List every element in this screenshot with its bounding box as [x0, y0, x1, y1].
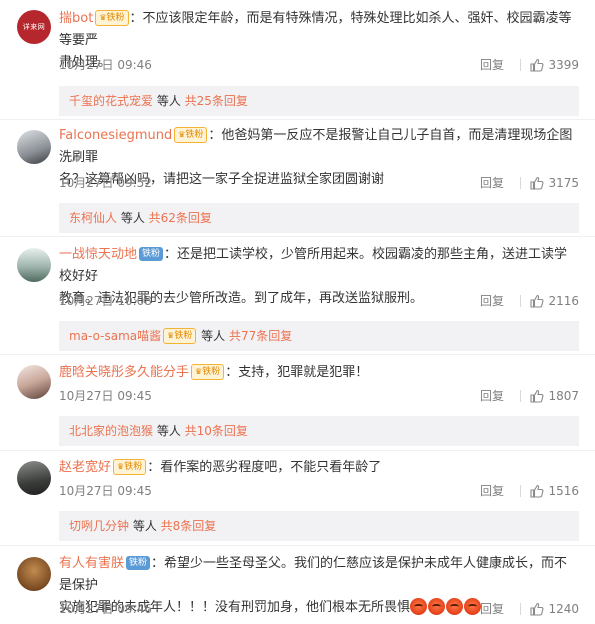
view-replies-link[interactable]: 共25条回复 [185, 94, 248, 108]
view-replies-link[interactable]: 共62条回复 [149, 211, 212, 225]
comment-meta: 10月27日 10:08 回复 2116 [59, 291, 579, 311]
divider [520, 603, 521, 615]
reply-username[interactable]: 东柯仙人 [69, 211, 117, 225]
divider [520, 295, 521, 307]
thumbs-up-icon [530, 389, 544, 403]
reply-username[interactable]: 千玺的花式宠爱 [69, 94, 153, 108]
comment-meta: 10月27日 09:46 回复 1240 [59, 599, 579, 619]
reply-button[interactable]: 回复 [480, 291, 504, 311]
view-replies-link[interactable]: 共10条回复 [185, 424, 248, 438]
like-button[interactable]: 2116 [523, 291, 579, 311]
reply-thread-summary[interactable]: 千玺的花式宠爱 等人 共25条回复 [59, 86, 579, 116]
reply-username[interactable]: 切咧几分钟 [69, 519, 129, 533]
comment-meta: 10月27日 09:45 回复 1807 [59, 386, 579, 406]
username[interactable]: 一战惊天动地 [59, 247, 137, 262]
fan-badge: 铁粉 [139, 246, 164, 261]
reply-thread-summary[interactable]: 切咧几分钟 等人 共8条回复 [59, 511, 579, 541]
reply-button[interactable]: 回复 [480, 481, 504, 501]
divider [520, 390, 521, 402]
fan-badge: ♛铁粉 [174, 126, 208, 143]
comment-text-line-1: ：不应该限定年龄，而是有特殊情况，特殊处理比如杀人、强奸、校园霸凌等等要严 [59, 11, 572, 48]
fan-badge: ♛铁粉 [163, 327, 197, 344]
timestamp: 10月27日 10:08 [59, 294, 152, 308]
username[interactable]: 有人有害朕 [59, 556, 124, 571]
like-button[interactable]: 3175 [523, 173, 579, 193]
divider [520, 59, 521, 71]
divider [520, 485, 521, 497]
timestamp: 10月27日 09:45 [59, 484, 152, 498]
divider [0, 545, 595, 546]
comment-meta: 10月27日 09:45 回复 1516 [59, 481, 579, 501]
fan-badge: ♛铁粉 [95, 9, 129, 26]
comment-text-line-1: ：看作案的恶劣程度吧，不能只看年龄了 [147, 460, 382, 475]
thumbs-up-icon [530, 484, 544, 498]
timestamp: 10月27日 09:46 [59, 602, 152, 616]
timestamp: 10月27日 09:45 [59, 389, 152, 403]
timestamp: 10月27日 09:46 [59, 58, 152, 72]
reply-button[interactable]: 回复 [480, 599, 504, 619]
fan-badge: 铁粉 [126, 555, 151, 570]
username[interactable]: Falconesiegmund [59, 128, 172, 143]
comment-text-line-1: ：支持，犯罪就是犯罪！ [225, 365, 369, 380]
avatar[interactable]: 详来网 [17, 10, 51, 44]
divider [0, 119, 595, 120]
reply-thread-summary[interactable]: 北北家的泡泡猴 等人 共10条回复 [59, 416, 579, 446]
thumbs-up-icon [530, 602, 544, 616]
like-button[interactable]: 1807 [523, 386, 579, 406]
divider [0, 236, 595, 237]
timestamp: 10月27日 09:52 [59, 176, 152, 190]
reply-thread-summary[interactable]: ma-o-sama喵酱 ♛铁粉 等人 共77条回复 [59, 321, 579, 351]
thumbs-up-icon [530, 58, 544, 72]
reply-button[interactable]: 回复 [480, 386, 504, 406]
reply-button[interactable]: 回复 [480, 55, 504, 75]
avatar[interactable] [17, 365, 51, 399]
avatar[interactable] [17, 557, 51, 591]
username[interactable]: 赵老宽好 [59, 460, 111, 475]
reply-username[interactable]: ma-o-sama喵酱 [69, 329, 161, 343]
divider [0, 354, 595, 355]
username[interactable]: 揣bot [59, 11, 93, 26]
like-button[interactable]: 3399 [523, 55, 579, 75]
thumbs-up-icon [530, 176, 544, 190]
view-replies-link[interactable]: 共77条回复 [229, 329, 292, 343]
reply-username[interactable]: 北北家的泡泡猴 [69, 424, 153, 438]
view-replies-link[interactable]: 共8条回复 [161, 519, 217, 533]
avatar[interactable] [17, 130, 51, 164]
reply-thread-summary[interactable]: 东柯仙人 等人 共62条回复 [59, 203, 579, 233]
comment-meta: 10月27日 09:52 回复 3175 [59, 173, 579, 193]
username[interactable]: 鹿晗关晓彤多久能分手 [59, 365, 189, 380]
avatar[interactable] [17, 248, 51, 282]
reply-button[interactable]: 回复 [480, 173, 504, 193]
divider [520, 177, 521, 189]
thumbs-up-icon [530, 294, 544, 308]
fan-badge: ♛铁粉 [113, 458, 147, 475]
like-button[interactable]: 1516 [523, 481, 579, 501]
like-button[interactable]: 1240 [523, 599, 579, 619]
comment-meta: 10月27日 09:46 回复 3399 [59, 55, 579, 75]
divider [0, 450, 595, 451]
fan-badge: ♛铁粉 [191, 363, 225, 380]
avatar[interactable] [17, 461, 51, 495]
